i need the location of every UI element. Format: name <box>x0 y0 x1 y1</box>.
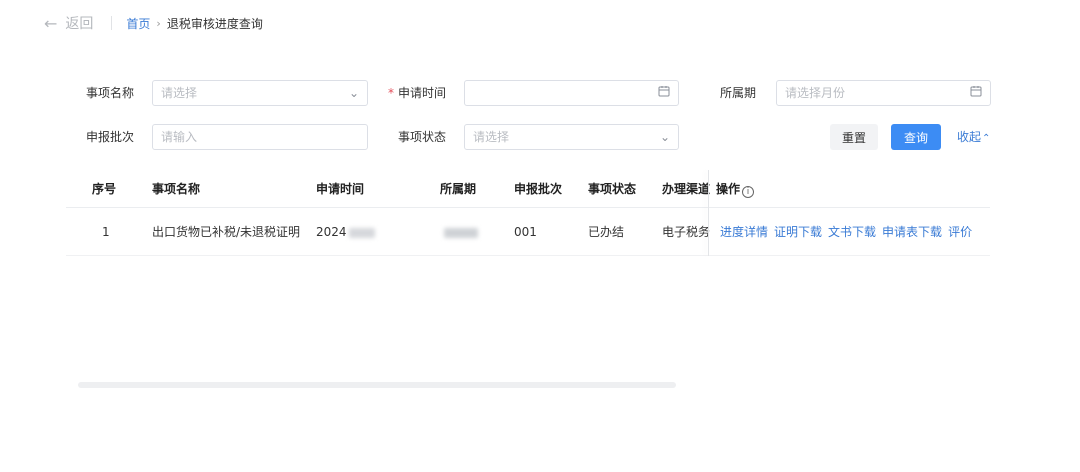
apply-time-label-text: 申请时间 <box>398 86 447 100</box>
cell-index: 1 <box>102 225 110 239</box>
back-button[interactable]: ← 返回 <box>44 13 93 33</box>
document-download-link[interactable]: 文书下载 <box>828 225 876 239</box>
col-header-channel: 办理渠道 <box>662 182 711 196</box>
breadcrumb-divider <box>111 16 113 30</box>
cell-batch: 001 <box>514 225 537 239</box>
collapse-toggle[interactable]: 收起⌃ <box>957 124 990 152</box>
col-header-index: 序号 <box>92 182 117 196</box>
evaluate-link[interactable]: 评价 <box>948 225 972 239</box>
apply-time-picker[interactable] <box>464 80 679 106</box>
back-label: 返回 <box>65 16 94 32</box>
arrow-left-icon: ← <box>44 13 58 33</box>
item-name-select[interactable]: ⌄ <box>152 80 368 106</box>
batch-label: 申报批次 <box>86 130 135 144</box>
chevron-down-icon: ⌄ <box>659 130 670 144</box>
breadcrumb-current: 退税审核进度查询 <box>166 16 263 31</box>
cell-actions: 进度详情 证明下载 文书下载 申请表下载 评价 <box>720 208 978 256</box>
cell-item-name: 出口货物已补税/未退税证明 <box>152 225 301 239</box>
col-header-period: 所属期 <box>440 182 477 196</box>
redacted-mark <box>444 227 478 238</box>
chevron-up-icon: ⌃ <box>982 133 991 144</box>
cell-channel: 电子税务 <box>662 225 711 239</box>
table-header: 序号 事项名称 申请时间 所属期 申报批次 事项状态 办理渠道 操作 i <box>66 170 990 208</box>
period-picker[interactable] <box>776 80 991 106</box>
cell-status: 已办结 <box>588 225 625 239</box>
col-header-actions-label: 操作 <box>716 182 741 196</box>
info-circle-icon[interactable]: i <box>742 186 755 198</box>
breadcrumb-home-link[interactable]: 首页 <box>126 15 150 32</box>
status-label: 事项状态 <box>398 130 447 144</box>
period-input[interactable] <box>785 86 982 100</box>
required-asterisk: * <box>388 86 394 100</box>
collapse-label: 收起 <box>957 130 982 144</box>
col-header-apply-time: 申请时间 <box>316 182 365 196</box>
reset-button[interactable]: 重置 <box>830 124 878 150</box>
col-header-batch: 申报批次 <box>514 182 563 196</box>
apply-time-label: * 申请时间 <box>388 79 446 107</box>
item-name-input[interactable] <box>161 86 359 100</box>
col-header-item-name: 事项名称 <box>152 182 201 196</box>
query-button[interactable]: 查询 <box>891 124 941 150</box>
batch-input[interactable] <box>161 130 359 144</box>
batch-field[interactable] <box>152 124 368 150</box>
calendar-icon <box>970 85 982 101</box>
table-row: 1 出口货物已补税/未退税证明 2024 001 已办结 电子税务 进度详情 证明… <box>66 208 990 256</box>
progress-detail-link[interactable]: 进度详情 <box>720 225 768 239</box>
col-header-status: 事项状态 <box>588 182 637 196</box>
redacted-mark <box>348 227 375 238</box>
fixed-column-divider <box>708 170 709 256</box>
col-header-actions: 操作 i <box>716 170 755 208</box>
period-label: 所属期 <box>720 86 757 100</box>
cell-apply-time: 2024 <box>316 208 375 256</box>
cell-apply-time-text: 2024 <box>316 225 347 239</box>
breadcrumb-chevron-icon: › <box>156 16 161 30</box>
horizontal-scrollbar[interactable] <box>78 382 676 388</box>
certificate-download-link[interactable]: 证明下载 <box>774 225 822 239</box>
item-name-label: 事项名称 <box>86 86 135 100</box>
cell-period <box>444 208 478 256</box>
application-form-download-link[interactable]: 申请表下载 <box>882 225 942 239</box>
apply-time-input[interactable] <box>473 86 670 100</box>
calendar-icon <box>658 85 670 101</box>
results-table: 序号 事项名称 申请时间 所属期 申报批次 事项状态 办理渠道 操作 i 1 出口… <box>66 170 990 256</box>
chevron-down-icon: ⌄ <box>348 86 359 100</box>
status-select[interactable]: ⌄ <box>464 124 679 150</box>
status-input[interactable] <box>473 130 670 144</box>
top-bar: ← 返回 首页 › 退税审核进度查询 <box>44 12 263 34</box>
